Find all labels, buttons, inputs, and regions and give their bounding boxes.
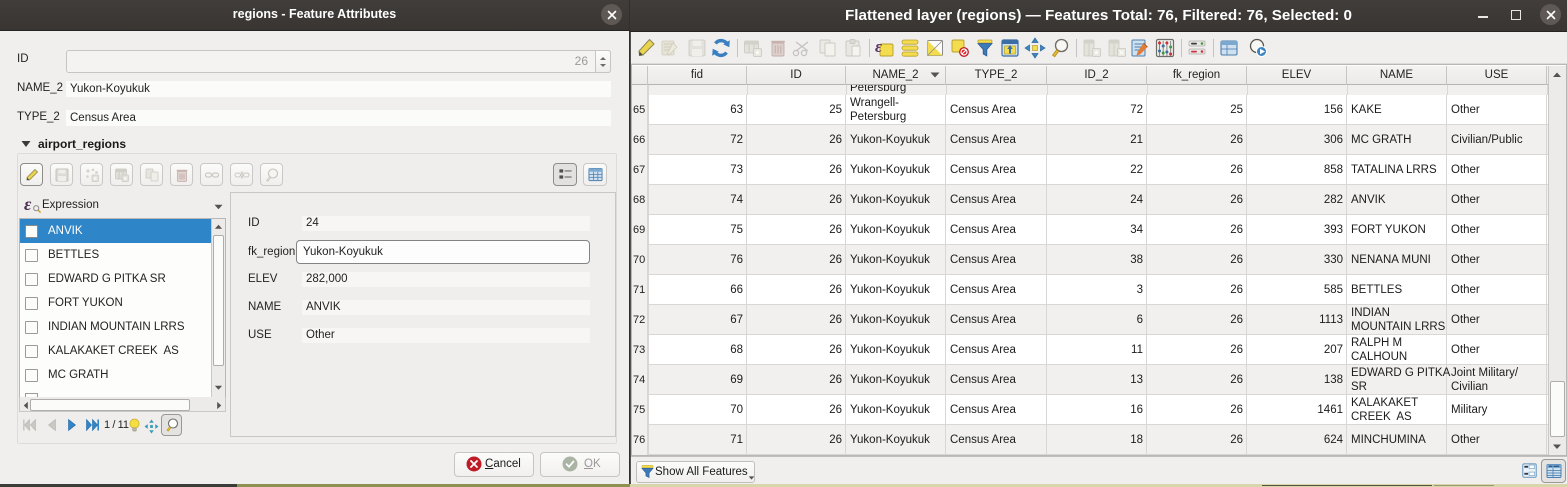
svg-text:ε: ε (875, 37, 882, 56)
